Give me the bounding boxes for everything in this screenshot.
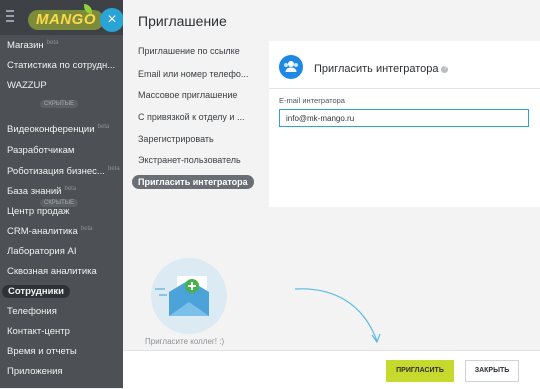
integrator-card: Пригласить интегратора? E-mail интеграто… — [269, 41, 540, 207]
invite-illustration — [151, 258, 227, 334]
sidebar-item-developers[interactable]: Разработчикам — [7, 145, 74, 156]
nav-mass-invite[interactable]: Массовое приглашение — [138, 90, 237, 100]
sidebar-item-wazzup[interactable]: WAZZUP — [7, 80, 47, 91]
integrator-email-input[interactable]: info@mk-mango.ru — [279, 109, 529, 127]
invite-panel: Приглашение Приглашение по ссылке Email … — [123, 0, 540, 389]
sidebar-separator-hidden[interactable]: СКРЫТЫЕ — [40, 100, 79, 108]
sidebar-item-video[interactable]: Видеоконференции beta — [7, 124, 109, 135]
help-icon[interactable]: ? — [441, 65, 449, 73]
sidebar: MANGO Магазин beta Статистика по сотрудн.… — [0, 0, 123, 388]
invite-button[interactable]: ПРИГЛАСИТЬ — [386, 360, 454, 382]
divider — [269, 88, 540, 89]
nav-invite-integrator[interactable]: Пригласить интегратора — [132, 175, 254, 189]
sidebar-item-contact-center[interactable]: Контакт-центр — [7, 326, 70, 337]
close-button[interactable]: ЗАКРЫТЬ — [465, 360, 519, 382]
nav-department-invite[interactable]: С привязкой к отделу и ... — [138, 112, 244, 122]
sidebar-item-crm-analytics[interactable]: CRM-аналитика beta — [7, 226, 92, 237]
sidebar-item-shop[interactable]: Магазин beta — [7, 40, 58, 51]
panel-footer: ПРИГЛАСИТЬ ЗАКРЫТЬ — [123, 350, 540, 389]
users-icon — [279, 55, 303, 79]
nav-register[interactable]: Зарегистрировать — [138, 134, 214, 144]
curved-arrow-icon — [294, 288, 381, 344]
sidebar-item-end-to-end-analytics[interactable]: Сквозная аналитика — [7, 266, 97, 277]
page-title: Приглашение — [138, 13, 227, 29]
logo: MANGO — [28, 10, 104, 30]
close-slider-button[interactable]: × — [100, 8, 124, 32]
nav-email-or-phone[interactable]: Email или номер телефо... — [138, 69, 248, 79]
envelope-icon — [155, 276, 209, 316]
card-title: Пригласить интегратора? — [314, 63, 449, 75]
nav-invite-by-link[interactable]: Приглашение по ссылке — [138, 46, 240, 56]
menu-icon[interactable] — [6, 10, 14, 24]
sidebar-item-ai-lab[interactable]: Лаборатория AI — [7, 246, 76, 257]
nav-extranet-user[interactable]: Экстранет-пользователь — [138, 155, 241, 165]
sidebar-item-employee-stats[interactable]: Статистика по сотрудн... — [7, 60, 115, 71]
sidebar-item-telephony[interactable]: Телефония — [7, 306, 57, 317]
email-label: E-mail интегратора — [279, 96, 345, 105]
sidebar-item-sales-center[interactable]: Центр продаж — [7, 206, 70, 217]
invite-caption: Пригласите коллег! :) — [145, 337, 225, 346]
sidebar-item-employees[interactable]: Сотрудники — [2, 285, 71, 298]
sidebar-item-knowledge-base[interactable]: База знаний beta — [7, 186, 76, 197]
sidebar-item-time-reports[interactable]: Время и отчеты — [7, 346, 77, 357]
sidebar-item-apps[interactable]: Приложения — [7, 366, 63, 377]
sidebar-item-robotization[interactable]: Роботизация бизнес... beta — [7, 166, 120, 177]
